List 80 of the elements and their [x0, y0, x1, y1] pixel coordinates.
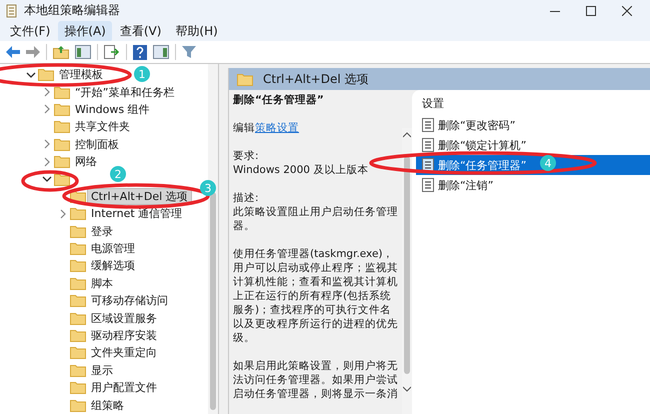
maximize-icon[interactable] [586, 6, 596, 16]
folder-icon [70, 259, 86, 272]
folder-icon [70, 312, 86, 325]
tree-item[interactable]: 可移动存储访问 [88, 293, 171, 308]
tree-item[interactable]: 管理模板 [56, 67, 106, 82]
expand-chevron-icon[interactable] [42, 87, 52, 98]
folder-icon [70, 398, 86, 412]
tree-item[interactable]: 网络 [72, 154, 100, 170]
folder-icon [38, 68, 54, 82]
tree-item[interactable]: 用户配置文件 [88, 380, 160, 396]
collapse-chevron-icon[interactable] [26, 70, 36, 80]
expand-chevron-icon[interactable] [42, 104, 52, 114]
pane-title: Ctrl+Alt+Del 选项 [263, 70, 368, 88]
folder-icon [70, 242, 86, 256]
tree-item[interactable]: Ctrl+Alt+Del 选项 [88, 188, 191, 204]
folder-icon [70, 381, 86, 394]
folder-icon [237, 72, 253, 86]
back-arrow-icon[interactable] [6, 46, 20, 58]
folder-icon [70, 276, 86, 290]
edit-label: 编辑 [233, 122, 255, 134]
tree-item[interactable]: 驱动程序安装 [88, 328, 160, 344]
folder-icon [70, 294, 86, 308]
help-icon[interactable] [133, 44, 147, 60]
folder-up-icon[interactable] [53, 45, 69, 59]
description-text: 此策略设置阻止用户启动任务管理器。 [233, 206, 398, 232]
tree-item[interactable]: 控制面板 [72, 136, 122, 152]
folder-icon [70, 364, 86, 377]
setting-item[interactable]: 删除“锁定计算机” [416, 135, 650, 155]
setting-item[interactable]: 删除“更改密码” [416, 115, 650, 135]
menu-item[interactable]: 文件(F) [4, 20, 56, 42]
menu-item[interactable]: 查看(V) [114, 20, 168, 42]
column-heading: 设置 [422, 96, 445, 111]
window-title: 本地组策略编辑器 [24, 2, 120, 19]
setting-item[interactable]: 删除“注销” [416, 175, 650, 195]
folder-icon [70, 329, 86, 342]
tree-item[interactable]: 共享文件夹 [72, 119, 133, 134]
folder-icon [54, 86, 70, 99]
app-icon [6, 4, 18, 18]
tree-item[interactable]: 登录 [88, 224, 116, 239]
folder-icon [70, 346, 86, 360]
policy-settings-link[interactable]: 策略设置 [255, 122, 299, 134]
tree-item[interactable]: “开始”菜单和任务栏 [72, 84, 178, 100]
folder-icon [54, 102, 70, 116]
section-heading: 要求: [233, 150, 259, 162]
tree-pane-icon[interactable] [75, 45, 91, 59]
document-icon [422, 118, 434, 132]
expand-chevron-icon[interactable] [58, 208, 68, 219]
tree-item[interactable]: 电源管理 [88, 241, 138, 256]
folder-icon [54, 120, 70, 134]
export-list-icon[interactable] [104, 45, 120, 59]
close-icon[interactable] [622, 6, 632, 16]
tree-item[interactable]: 文件夹重定向 [88, 345, 160, 360]
collapse-chevron-icon[interactable] [42, 174, 52, 184]
policy-title: 删除“任务管理器” [233, 94, 324, 106]
action-pane-icon[interactable] [153, 45, 169, 59]
folder-icon [70, 224, 86, 238]
description-text: 使用任务管理器(taskmgr.exe)，用户可以启动或停止程序；监视其计算机性能；查看和监视其计算机上正在运行的所有程序(包括系统服务)；查找程序的可执行文件名以及更改程序所运行的进程的优先级。 [233, 248, 398, 344]
document-icon [422, 158, 434, 172]
forward-arrow-icon[interactable] [26, 46, 40, 58]
tree-item[interactable]: 脚本 [88, 276, 116, 291]
folder-icon [70, 207, 86, 220]
tree-item[interactable]: 组策略 [88, 398, 127, 413]
description-text: 如果启用此策略设置，则用户将无法访问任务管理器。如果用户尝试启动任务管理器，则将显示一条消 [233, 360, 398, 400]
folder-icon [54, 155, 70, 168]
document-icon [422, 178, 434, 192]
scroll-down-icon[interactable] [403, 386, 411, 392]
document-icon [422, 138, 434, 152]
description-text: Windows 2000 及以上版本 [233, 164, 368, 176]
scroll-up-icon[interactable] [403, 132, 411, 138]
section-heading: 描述: [233, 192, 259, 204]
filter-icon[interactable] [182, 45, 196, 59]
menu-item[interactable]: 操作(A) [58, 20, 112, 42]
folder-icon [54, 138, 70, 151]
menu-item[interactable]: 帮助(H) [169, 20, 224, 42]
tree-item[interactable]: 缓解选项 [88, 258, 138, 274]
tree-item[interactable]: Windows 组件 [72, 102, 153, 117]
expand-chevron-icon[interactable] [42, 139, 52, 150]
tree-item[interactable]: 区域设置服务 [88, 310, 160, 326]
expand-chevron-icon[interactable] [42, 156, 52, 167]
tree-item[interactable]: 显示 [88, 362, 116, 378]
